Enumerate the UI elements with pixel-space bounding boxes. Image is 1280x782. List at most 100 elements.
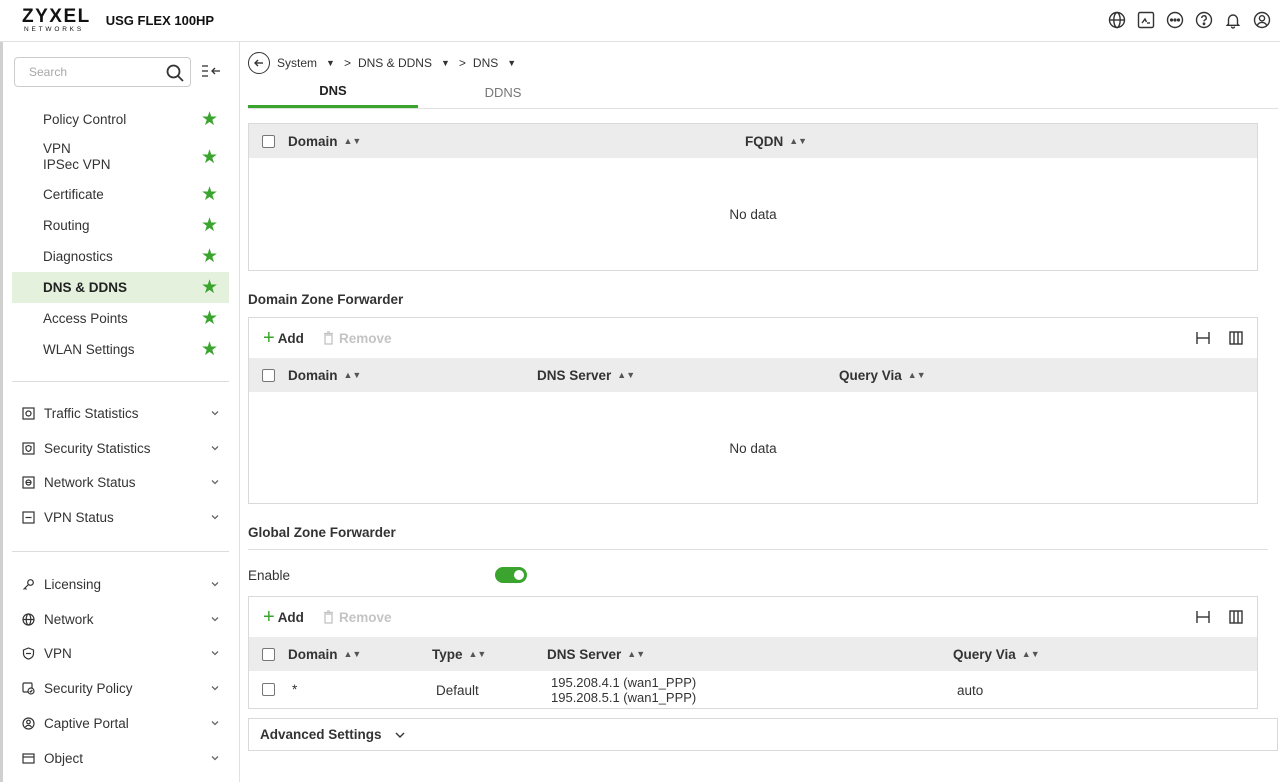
fav-label: Diagnostics [43, 249, 113, 264]
chevron-down-icon [210, 612, 220, 627]
column-type[interactable]: Type ▲▼ [432, 647, 486, 662]
key-icon [21, 577, 35, 591]
sidebar: Policy Control ★ VPN IPSec VPN ★ Certifi… [0, 42, 240, 782]
fav-routing[interactable]: Routing ★ [12, 210, 229, 241]
column-dns-server[interactable]: DNS Server ▲▼ [547, 647, 645, 662]
fav-access-points[interactable]: Access Points ★ [12, 303, 229, 334]
table-tools [1195, 610, 1243, 624]
caret-down-icon: ▼ [326, 58, 335, 68]
column-query-via[interactable]: Query Via ▲▼ [839, 368, 926, 383]
add-button[interactable]: + Add [263, 328, 304, 348]
columns-icon[interactable] [1229, 331, 1243, 345]
star-icon[interactable]: ★ [201, 214, 218, 237]
chevron-down-icon [210, 716, 220, 731]
star-icon[interactable]: ★ [201, 245, 218, 268]
user-icon[interactable] [1252, 10, 1272, 30]
breadcrumb-dns[interactable]: DNS ▼ [473, 56, 525, 70]
globe-icon [21, 612, 35, 626]
menu-label: Object [44, 750, 84, 766]
star-icon[interactable]: ★ [201, 307, 218, 330]
chevron-down-icon [394, 730, 406, 740]
remove-button[interactable]: Remove [323, 331, 392, 346]
table-header: Domain ▲▼ Type ▲▼ DNS Server ▲▼ Query Via ▲▼ [249, 637, 1257, 671]
column-label: Type [432, 646, 463, 662]
advanced-settings-toggle[interactable]: Advanced Settings [248, 718, 1278, 751]
star-icon[interactable]: ★ [201, 183, 218, 206]
column-domain[interactable]: Domain ▲▼ [288, 368, 361, 383]
menu-object[interactable]: Object [12, 741, 229, 776]
column-label: Query Via [839, 367, 902, 383]
vpn-status-icon [21, 511, 35, 525]
enable-toggle[interactable] [495, 567, 527, 583]
table-row[interactable]: * Default 195.208.4.1 (wan1_PPP) 195.208… [249, 671, 1257, 709]
breadcrumb-system[interactable]: System ▼ [277, 56, 344, 70]
column-width-icon[interactable] [1195, 610, 1211, 624]
caret-down-icon: ▼ [507, 58, 517, 68]
column-domain[interactable]: Domain ▲▼ [288, 134, 361, 149]
monitor-menu: Traffic Statistics Security Statistics N… [12, 396, 229, 535]
select-all-checkbox[interactable] [262, 647, 275, 661]
help-icon[interactable] [1194, 10, 1214, 30]
table-header: Domain ▲▼ DNS Server ▲▼ Query Via ▲▼ [249, 358, 1257, 392]
trash-icon [323, 331, 334, 345]
tab-dns[interactable]: DNS [248, 76, 418, 108]
menu-vpn-status[interactable]: VPN Status [12, 500, 229, 535]
top-bar: ZYXEL NETWORKS USG FLEX 100HP [0, 0, 1280, 42]
columns-icon[interactable] [1229, 610, 1243, 624]
menu-network-status[interactable]: Network Status [12, 466, 229, 501]
add-label: Add [277, 609, 304, 625]
fav-certificate[interactable]: Certificate ★ [12, 179, 229, 210]
select-all-checkbox[interactable] [262, 134, 275, 148]
star-icon[interactable]: ★ [201, 146, 218, 169]
menu-network[interactable]: Network [12, 602, 229, 637]
column-domain[interactable]: Domain ▲▼ [288, 647, 361, 662]
fav-label: DNS & DDNS [43, 280, 128, 295]
column-label: DNS Server [547, 646, 622, 662]
search-icon[interactable] [165, 63, 185, 86]
sidebar-divider [12, 381, 229, 382]
terminal-icon[interactable] [1136, 10, 1156, 30]
column-dns-server[interactable]: DNS Server ▲▼ [537, 368, 635, 383]
globe-icon[interactable] [1107, 10, 1127, 30]
chevron-down-icon [210, 577, 220, 592]
star-icon[interactable]: ★ [201, 338, 218, 361]
column-query-via[interactable]: Query Via ▲▼ [953, 647, 1040, 662]
menu-security-policy[interactable]: Security Policy [12, 671, 229, 706]
domain-zone-panel: + Add Remove Domain ▲▼ DNS Server ▲▼ Query … [248, 317, 1258, 504]
menu-vpn[interactable]: VPN [12, 637, 229, 672]
menu-licensing[interactable]: Licensing [12, 567, 229, 602]
row-checkbox[interactable] [262, 683, 275, 699]
add-button[interactable]: + Add [263, 607, 304, 627]
column-fqdn[interactable]: FQDN ▲▼ [745, 134, 807, 149]
main-content: System ▼ > DNS & DDNS ▼ > DNS ▼ DNS DDNS… [240, 42, 1280, 782]
fav-diagnostics[interactable]: Diagnostics ★ [12, 241, 229, 272]
back-arrow-icon[interactable] [248, 52, 270, 74]
menu-security-statistics[interactable]: Security Statistics [12, 431, 229, 466]
advanced-settings-label: Advanced Settings [260, 727, 382, 742]
search-input[interactable] [29, 65, 159, 79]
column-width-icon[interactable] [1195, 331, 1211, 345]
fav-policy-control[interactable]: Policy Control ★ [12, 104, 229, 135]
fav-ipsec-vpn[interactable]: VPN IPSec VPN ★ [12, 135, 229, 179]
menu-traffic-statistics[interactable]: Traffic Statistics [12, 396, 229, 431]
remove-button[interactable]: Remove [323, 610, 392, 625]
sort-icon: ▲▼ [789, 136, 808, 146]
zyxel-logo[interactable]: ZYXEL NETWORKS [22, 7, 91, 34]
collapse-sidebar-icon[interactable] [201, 64, 221, 81]
tab-ddns[interactable]: DDNS [418, 76, 588, 108]
sort-icon: ▲▼ [343, 370, 362, 380]
fav-dns-ddns[interactable]: DNS & DDNS ★ [12, 272, 229, 303]
sort-icon: ▲▼ [1021, 649, 1040, 659]
column-label: Query Via [953, 646, 1016, 662]
more-icon[interactable] [1165, 10, 1185, 30]
fav-label: Routing [43, 218, 90, 233]
bell-icon[interactable] [1223, 10, 1243, 30]
star-icon[interactable]: ★ [201, 108, 218, 131]
menu-captive-portal[interactable]: Captive Portal [12, 706, 229, 741]
star-icon[interactable]: ★ [201, 276, 218, 299]
breadcrumb-dns-ddns[interactable]: DNS & DDNS ▼ [358, 56, 459, 70]
plus-icon: + [263, 327, 275, 349]
select-all-checkbox[interactable] [262, 368, 275, 382]
fav-wlan-settings[interactable]: WLAN Settings ★ [12, 334, 229, 365]
search-box[interactable] [14, 57, 191, 87]
